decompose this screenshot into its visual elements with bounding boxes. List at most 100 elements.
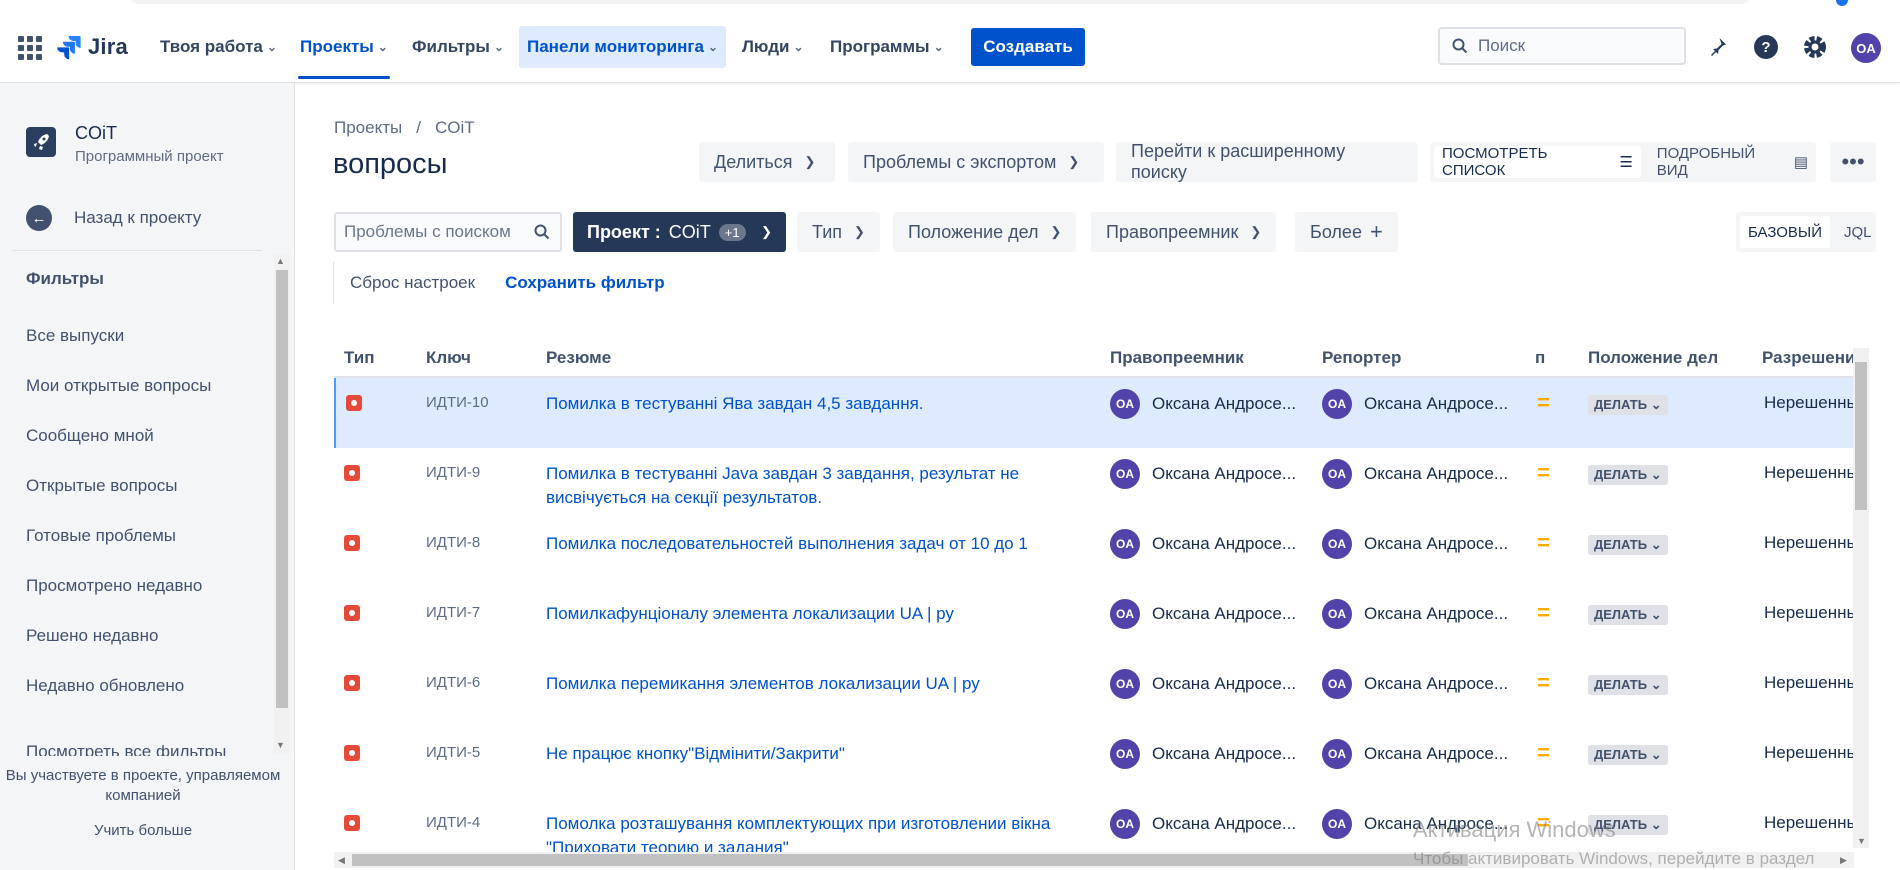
scroll-down-arrow-icon[interactable]: ▼ [276, 740, 285, 750]
issue-key[interactable]: ИДТИ-5 [426, 744, 480, 761]
sidebar-item-viewed-recently[interactable]: Просмотрено недавно [26, 576, 202, 596]
nav-dashboards[interactable]: Панели мониторинга ⌄ [519, 26, 727, 68]
sidebar-item-all-issues[interactable]: Все выпуски [26, 326, 124, 346]
jira-logo[interactable]: Jira [56, 32, 128, 62]
header-resolution[interactable]: Разрешение [1762, 348, 1854, 368]
sidebar-item-my-open-issues[interactable]: Мои открытые вопросы [26, 376, 211, 396]
table-row[interactable]: ИДТИ-7 Помилкафунціоналу элемента локали… [334, 588, 1854, 658]
reporter[interactable]: OA Оксана Андросе... [1322, 669, 1508, 699]
basic-mode-button[interactable]: БАЗОВЫЙ [1740, 216, 1830, 248]
table-row[interactable]: ИДТИ-8 Помилка последовательностей выпол… [334, 518, 1854, 588]
status-lozenge[interactable]: ДЕЛАТЬ ⌄ [1588, 745, 1668, 765]
share-button[interactable]: Делиться ❯ [699, 142, 835, 182]
export-issues-button[interactable]: Проблемы с экспортом ❯ [848, 142, 1104, 182]
user-avatar[interactable]: OA [1851, 33, 1881, 63]
issue-summary[interactable]: Помилка в тестуванні Ява завдан 4,5 завд… [546, 392, 1086, 416]
reset-filters-link[interactable]: Сброс настроек [350, 273, 475, 293]
project-filter[interactable]: Проект : COiT +1 ❯ [573, 212, 786, 252]
advanced-search-button[interactable]: Перейти к расширенному поиску [1116, 141, 1418, 182]
table-horizontal-scrollbar-thumb[interactable] [352, 854, 1468, 866]
issue-key[interactable]: ИДТИ-4 [426, 814, 480, 831]
jql-mode-button[interactable]: JQL [1836, 216, 1880, 248]
header-assignee[interactable]: Правопреемник [1110, 348, 1244, 368]
settings-gear-icon[interactable] [1801, 33, 1829, 61]
back-to-project-link[interactable]: ← Назад к проекту [26, 203, 201, 233]
status-lozenge[interactable]: ДЕЛАТЬ ⌄ [1588, 535, 1668, 555]
issue-key[interactable]: ИДТИ-6 [426, 674, 480, 691]
status-lozenge[interactable]: ДЕЛАТЬ ⌄ [1588, 675, 1668, 695]
save-filter-link[interactable]: Сохранить фильтр [505, 273, 665, 293]
scroll-left-arrow-icon[interactable]: ◀ [338, 855, 345, 866]
reporter[interactable]: OA Оксана Андросе... [1322, 739, 1508, 769]
header-priority[interactable]: п [1535, 348, 1545, 368]
nav-people[interactable]: Люди ⌄ [736, 26, 810, 68]
breadcrumb-project[interactable]: COiT [435, 118, 475, 138]
issue-key[interactable]: ИДТИ-8 [426, 534, 480, 551]
more-actions-button[interactable]: ••• [1830, 142, 1876, 182]
scroll-down-arrow-icon[interactable]: ▼ [1857, 836, 1866, 846]
issue-key[interactable]: ИДТИ-7 [426, 604, 480, 621]
learn-more-link[interactable]: Учить больше [0, 822, 286, 839]
issue-search[interactable] [334, 212, 562, 252]
issue-key[interactable]: ИДТИ-9 [426, 464, 480, 481]
assignee[interactable]: OA Оксана Андросе... [1110, 599, 1296, 629]
assignee[interactable]: OA Оксана Андросе... [1110, 809, 1296, 839]
table-row[interactable]: ИДТИ-5 Не працює кнопку"Відмінити/Закрит… [334, 728, 1854, 798]
issue-summary[interactable]: Помилка в тестуванні Java завдан 3 завда… [546, 462, 1086, 510]
breadcrumb-projects[interactable]: Проекты [334, 118, 402, 138]
status-filter[interactable]: Положение дел ❯ [893, 212, 1077, 252]
table-row[interactable]: ИДТИ-6 Помилка перемикання элементов лок… [334, 658, 1854, 728]
status-lozenge[interactable]: ДЕЛАТЬ ⌄ [1588, 395, 1668, 415]
sidebar-item-open-issues[interactable]: Открытые вопросы [26, 476, 177, 496]
app-switcher-icon[interactable] [18, 36, 42, 60]
table-row[interactable]: ИДТИ-10 Помилка в тестуванні Ява завдан … [334, 378, 1854, 448]
assignee[interactable]: OA Оксана Андросе... [1110, 669, 1296, 699]
sidebar-item-view-all-filters[interactable]: Посмотреть все фильтры [26, 742, 226, 756]
create-button[interactable]: Создавать [971, 28, 1085, 66]
help-icon[interactable]: ? [1752, 33, 1780, 61]
scroll-right-arrow-icon[interactable]: ▶ [1840, 855, 1847, 866]
assignee[interactable]: OA Оксана Андросе... [1110, 529, 1296, 559]
reporter[interactable]: OA Оксана Андросе... [1322, 599, 1508, 629]
sidebar-item-done-issues[interactable]: Готовые проблемы [26, 526, 176, 546]
sidebar-item-updated-recently[interactable]: Недавно обновлено [26, 676, 184, 696]
assignee[interactable]: OA Оксана Андросе... [1110, 739, 1296, 769]
table-vertical-scrollbar-thumb[interactable] [1855, 362, 1867, 510]
issue-search-input[interactable] [336, 221, 526, 243]
assignee[interactable]: OA Оксана Андросе... [1110, 389, 1296, 419]
issue-summary[interactable]: Помилка последовательностей выполнения з… [546, 532, 1086, 556]
nav-filters[interactable]: Фильтры ⌄ [406, 26, 510, 68]
reporter[interactable]: OA Оксана Андросе... [1322, 529, 1508, 559]
assignee-filter[interactable]: Правопреемник ❯ [1091, 212, 1277, 252]
header-reporter[interactable]: Репортер [1322, 348, 1401, 368]
list-view-button[interactable]: ПОСМОТРЕТЬ СПИСОК ☰ [1434, 145, 1641, 179]
type-filter[interactable]: Тип ❯ [797, 212, 880, 252]
table-row[interactable]: ИДТИ-9 Помилка в тестуванні Java завдан … [334, 448, 1854, 518]
global-search[interactable] [1438, 27, 1686, 65]
project-name[interactable]: COiT [75, 123, 117, 144]
reporter[interactable]: OA Оксана Андросе... [1322, 389, 1508, 419]
issue-key[interactable]: ИДТИ-10 [426, 394, 489, 411]
issue-summary[interactable]: Помолка розташування комплектующих при и… [546, 812, 1086, 852]
header-key[interactable]: Ключ [426, 348, 471, 368]
header-summary[interactable]: Резюме [546, 348, 611, 368]
table-row[interactable]: ИДТИ-4 Помолка розташування комплектующи… [334, 798, 1854, 852]
header-type[interactable]: Тип [344, 348, 374, 368]
issue-summary[interactable]: Помилка перемикання элементов локализаци… [546, 672, 1086, 696]
sidebar-scrollbar-thumb[interactable] [276, 270, 288, 708]
detail-view-button[interactable]: ПОДРОБНЫЙ ВИД ▤ [1649, 145, 1816, 179]
nav-your-work[interactable]: Твоя работа ⌄ [154, 26, 283, 68]
status-lozenge[interactable]: ДЕЛАТЬ ⌄ [1588, 465, 1668, 485]
assignee[interactable]: OA Оксана Андросе... [1110, 459, 1296, 489]
issue-summary[interactable]: Помилкафунціоналу элемента локализации U… [546, 602, 1086, 626]
scroll-up-arrow-icon[interactable]: ▲ [276, 256, 285, 266]
nav-apps[interactable]: Программы ⌄ [824, 26, 950, 68]
global-search-input[interactable] [1476, 35, 1680, 57]
issue-summary[interactable]: Не працює кнопку"Відмінити/Закрити" [546, 742, 1086, 766]
sidebar-item-resolved-recently[interactable]: Решено недавно [26, 626, 158, 646]
notifications-icon[interactable] [1703, 33, 1731, 61]
sidebar-item-reported-by-me[interactable]: Сообщено мной [26, 426, 154, 446]
nav-projects[interactable]: Проекты ⌄ [294, 26, 394, 68]
reporter[interactable]: OA Оксана Андросе... [1322, 459, 1508, 489]
more-filters-button[interactable]: Более + [1295, 212, 1398, 252]
